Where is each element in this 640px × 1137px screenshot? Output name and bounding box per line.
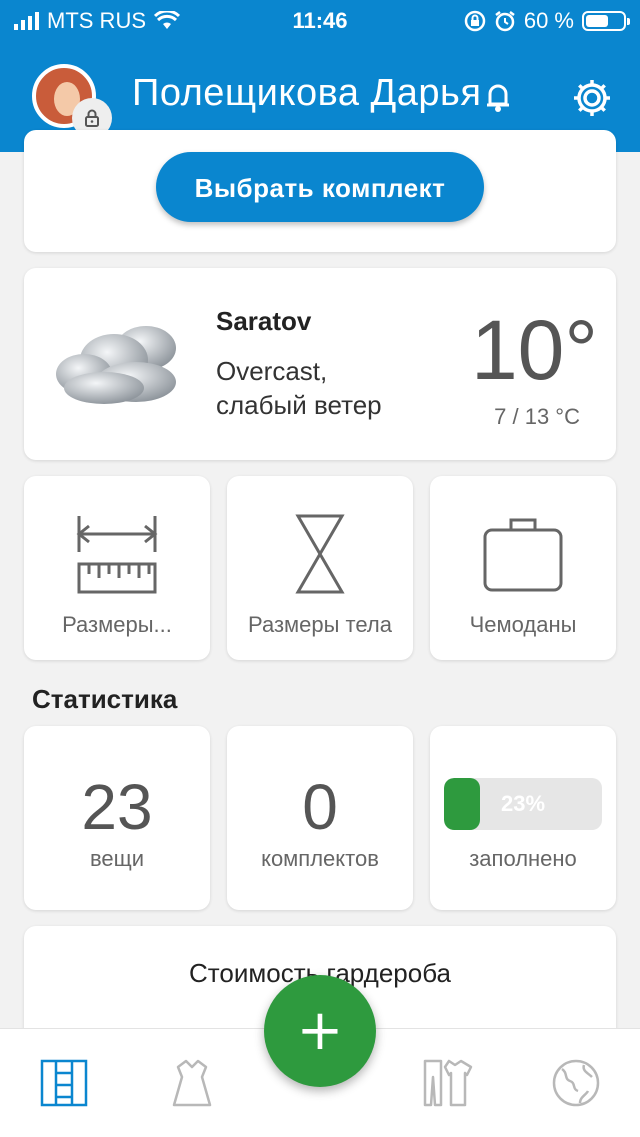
- dress-icon: [172, 1059, 212, 1107]
- cloud-icon: [56, 326, 176, 404]
- filled-label: заполнено: [469, 846, 577, 871]
- tile-body-sizes[interactable]: Размеры тела: [227, 476, 413, 660]
- nav-explore[interactable]: [548, 1055, 604, 1111]
- statistics-title: Статистика: [32, 684, 178, 714]
- rotation-lock-icon: [464, 10, 486, 32]
- ruler-icon: [76, 516, 158, 594]
- nav-wardrobe[interactable]: [36, 1055, 92, 1111]
- lock-icon: [85, 109, 99, 127]
- outfits-count: 0: [302, 771, 338, 843]
- filled-percent: 23%: [500, 791, 546, 816]
- nav-outfits[interactable]: [420, 1055, 476, 1111]
- weather-temperature: 10°: [470, 303, 598, 397]
- settings-gear-icon[interactable]: [570, 76, 614, 120]
- filled-progress-bar: 23%: [444, 778, 602, 830]
- tile-suitcases-label: Чемоданы: [469, 612, 577, 637]
- page-title: Полещикова Дарья: [132, 72, 482, 114]
- tile-sizes[interactable]: Размеры...: [24, 476, 210, 660]
- stat-items[interactable]: 23 вещи: [24, 726, 210, 910]
- status-bar: MTS RUS 11:46 60 %: [0, 0, 640, 42]
- suitcase-icon: [483, 518, 563, 592]
- stat-filled[interactable]: 23% заполнено: [430, 726, 616, 910]
- tile-body-sizes-label: Размеры тела: [248, 612, 392, 637]
- weather-card[interactable]: Saratov Overcast, слабый ветер 10° 7 / 1…: [24, 268, 616, 460]
- nav-clothes[interactable]: [164, 1055, 220, 1111]
- items-label: вещи: [89, 846, 145, 871]
- stat-outfits[interactable]: 0 комплектов: [227, 726, 413, 910]
- tile-suitcases[interactable]: Чемоданы: [430, 476, 616, 660]
- clothes-set-icon: [423, 1059, 473, 1107]
- weather-range: 7 / 13 °C: [494, 404, 580, 429]
- hourglass-body-icon: [295, 514, 345, 594]
- outfits-label: комплектов: [261, 846, 379, 871]
- weather-description: Overcast, слабый ветер: [216, 356, 382, 420]
- bottom-nav: +: [0, 975, 640, 1137]
- alarm-icon: [495, 11, 515, 32]
- choose-outfit-button[interactable]: Выбрать комплект: [156, 152, 484, 222]
- tile-sizes-label: Размеры...: [62, 612, 172, 637]
- add-button[interactable]: +: [264, 975, 376, 1087]
- globe-icon: [552, 1059, 600, 1107]
- weather-city: Saratov: [216, 306, 312, 336]
- battery-icon: [582, 11, 630, 31]
- notification-bell-icon[interactable]: [478, 76, 518, 116]
- items-count: 23: [81, 771, 153, 843]
- battery-percent: 60 %: [523, 8, 574, 33]
- wardrobe-icon: [40, 1059, 88, 1107]
